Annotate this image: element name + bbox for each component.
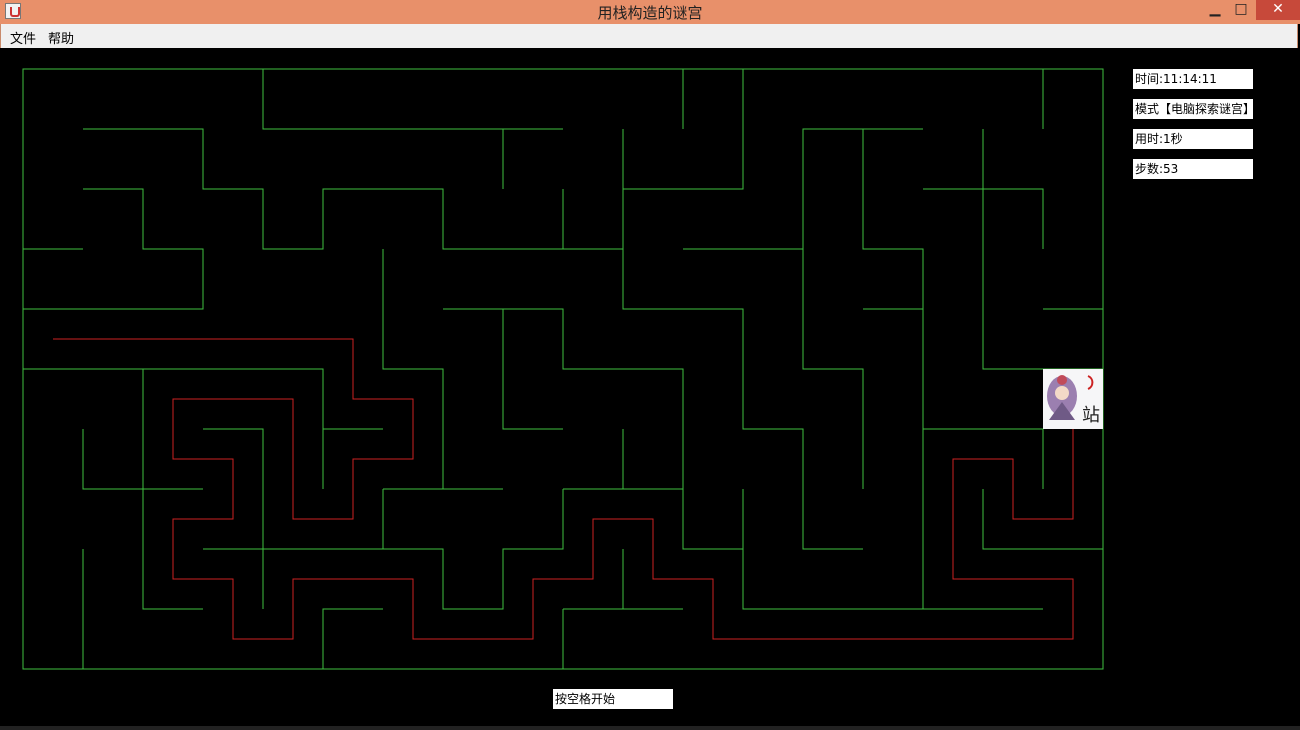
steps-display: 步数:53	[1133, 159, 1253, 179]
mode-display: 模式【电脑探索谜宫】	[1133, 99, 1253, 119]
sprite-label: 站	[1082, 405, 1100, 426]
start-prompt: 按空格开始	[553, 689, 673, 709]
time-display: 时间:11:14:11	[1133, 69, 1253, 89]
character-sprite: 站	[1043, 369, 1103, 429]
maze-canvas: 站	[22, 68, 1104, 670]
taskbar-edge	[0, 726, 1300, 730]
elapsed-display: 用时:1秒	[1133, 129, 1253, 149]
